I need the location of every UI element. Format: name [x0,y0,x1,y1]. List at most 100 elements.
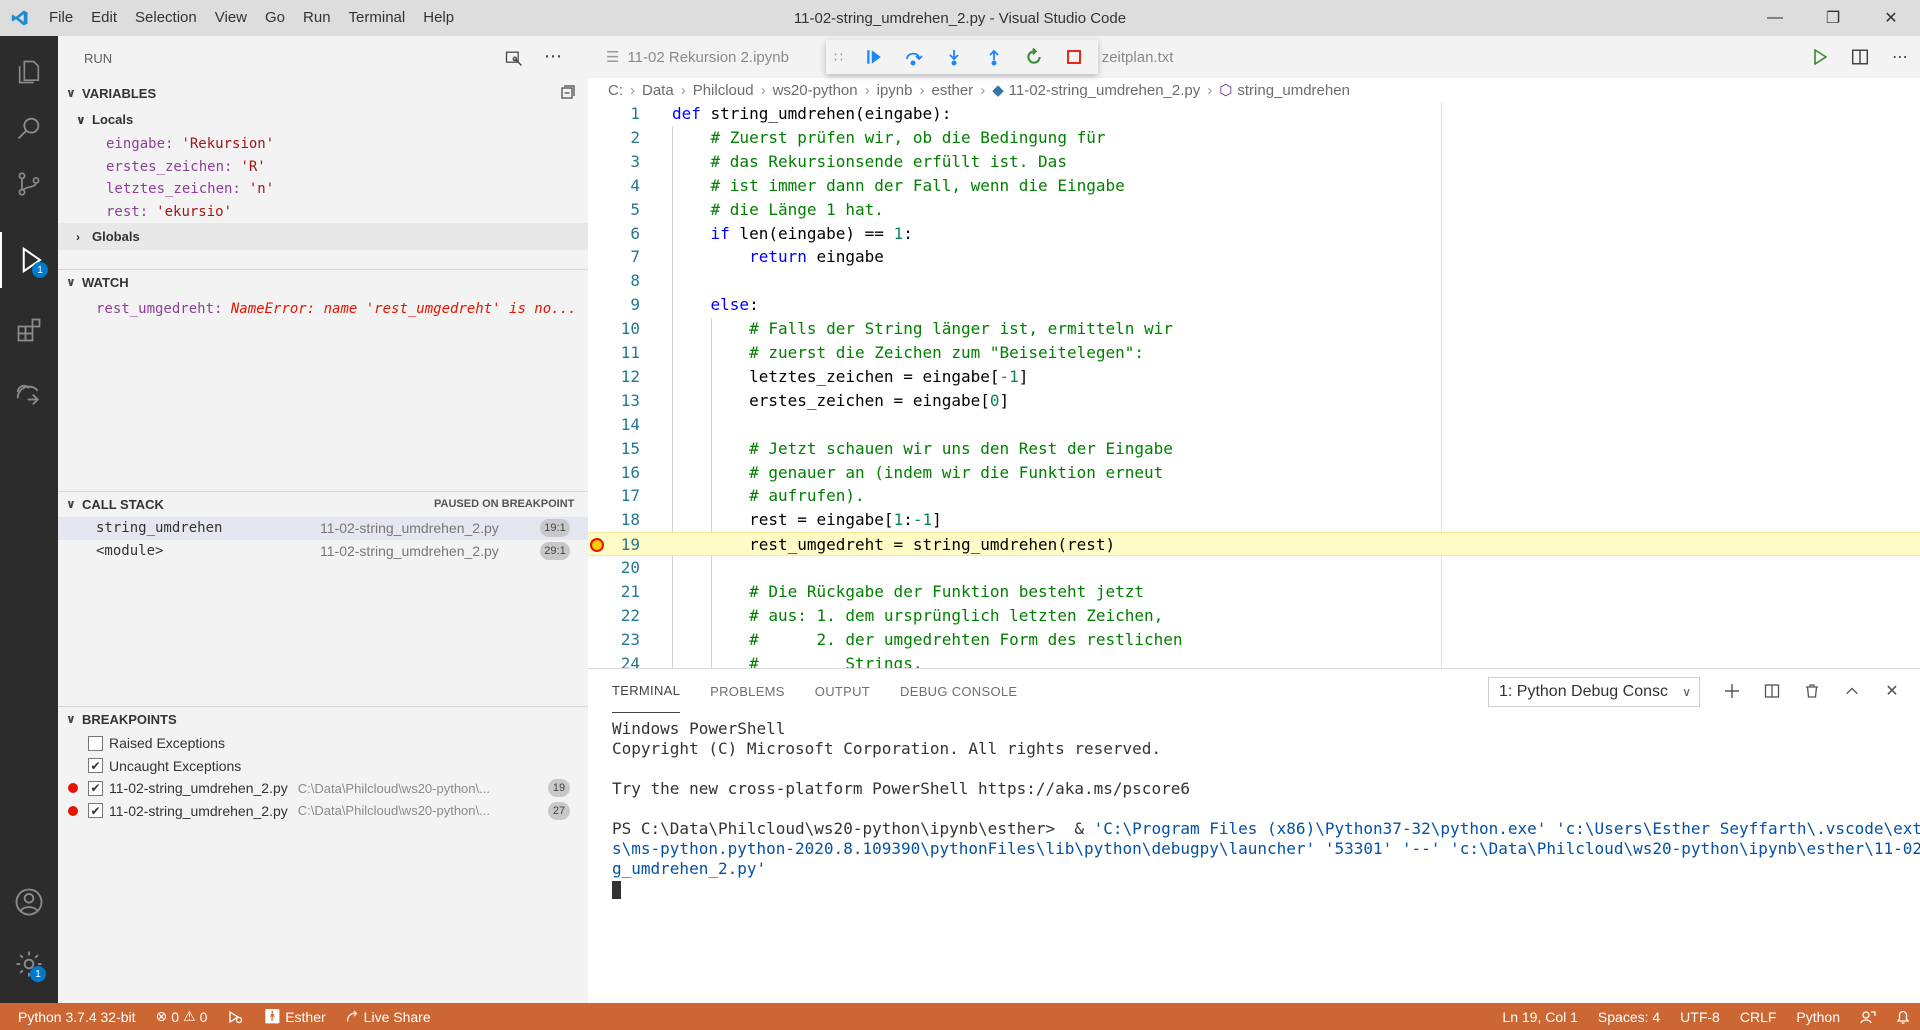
code-line[interactable]: 20 [588,556,1920,580]
breakpoint-checkbox[interactable]: ✔ [88,780,103,796]
code-line[interactable]: 15 # Jetzt schauen wir uns den Rest der … [588,437,1920,461]
maximize-panel-icon[interactable] [1832,684,1872,698]
line-ending[interactable]: CRLF [1730,1009,1787,1025]
run-file-icon[interactable] [1800,49,1840,65]
watch-item[interactable]: rest_umgedreht: NameError: name 'rest_um… [58,295,588,322]
globals-scope[interactable]: › Globals [58,223,588,250]
collapse-all-icon[interactable] [560,84,576,103]
menu-go[interactable]: Go [256,0,294,36]
code-line[interactable]: 11 # zuerst die Zeichen zum "Beiseiteleg… [588,341,1920,365]
code-line[interactable]: 22 # aus: 1. dem ursprünglich letzten Ze… [588,604,1920,628]
code-line[interactable]: 4 # ist immer dann der Fall, wenn die Ei… [588,174,1920,198]
step-over-button[interactable] [894,40,934,74]
breakpoint-item[interactable]: Raised Exceptions [58,732,588,755]
tab-debug-console[interactable]: DEBUG CONSOLE [900,669,1017,713]
settings-gear-icon[interactable]: 1 [0,936,58,992]
code-line[interactable]: 7 return eingabe [588,245,1920,269]
minimize-button[interactable]: — [1746,0,1804,36]
menu-edit[interactable]: Edit [82,0,126,36]
locals-scope[interactable]: ∨ Locals [58,106,588,133]
code-editor[interactable]: 1 def string_umdrehen(eingabe): 2 # Zuerst… [588,102,1920,668]
menu-run[interactable]: Run [294,0,340,36]
breakpoint-item[interactable]: ✔ 11-02-string_umdrehen_2.py C:\Data\Philc… [58,800,588,823]
call-stack-frame[interactable]: <module> 11-02-string_umdrehen_2.py 29:1 [58,540,588,563]
stop-button[interactable] [1054,40,1094,74]
breakpoint-checkbox[interactable]: ✔ [88,803,103,819]
menu-help[interactable]: Help [414,0,463,36]
breadcrumb-item[interactable]: Data [642,82,674,99]
debug-status-icon[interactable] [217,1010,253,1024]
breadcrumb-item[interactable]: Philcloud [693,82,754,99]
menu-file[interactable]: File [40,0,82,36]
code-line[interactable]: 9 else: [588,293,1920,317]
code-line[interactable]: 19 rest_umgedreht = string_umdrehen(rest… [588,532,1920,557]
code-line[interactable]: 1 def string_umdrehen(eingabe): [588,102,1920,126]
step-out-button[interactable] [974,40,1014,74]
breadcrumb-item[interactable]: C: [608,82,623,99]
breakpoint-item[interactable]: ✔ 11-02-string_umdrehen_2.py C:\Data\Philc… [58,777,588,800]
language-mode[interactable]: Python [1786,1009,1850,1025]
tab-output[interactable]: OUTPUT [815,669,870,713]
breakpoints-section-header[interactable]: ∨ BREAKPOINTS [58,706,588,732]
variable-row[interactable]: erstes_zeichen: 'R' [58,156,588,179]
code-line[interactable]: 13 erstes_zeichen = eingabe[0] [588,389,1920,413]
debug-icon[interactable]: 1 [0,232,58,288]
extensions-icon[interactable] [0,302,58,358]
code-line[interactable]: 8 [588,269,1920,293]
menu-view[interactable]: View [206,0,256,36]
split-editor-icon[interactable] [1840,48,1880,66]
search-icon[interactable] [0,100,58,156]
trash-icon[interactable] [1792,683,1832,699]
breakpoint-checkbox[interactable] [88,735,103,751]
terminal-select[interactable]: 1: Python Debug Consc ∨ [1488,677,1700,707]
code-line[interactable]: 16 # genauer an (indem wir die Funktion … [588,461,1920,485]
code-line[interactable]: 10 # Falls der String länger ist, ermitt… [588,317,1920,341]
code-line[interactable]: 18 rest = eingabe[1:-1] [588,508,1920,532]
tab-problems[interactable]: PROBLEMS [710,669,785,713]
more-actions-icon[interactable]: ⋯ [544,46,562,67]
code-line[interactable]: 24 # Strings, [588,652,1920,668]
breadcrumb-item[interactable]: string_umdrehen [1237,82,1350,99]
account-icon[interactable] [0,874,58,930]
close-window-button[interactable]: ✕ [1862,0,1920,36]
close-panel-icon[interactable]: ✕ [1872,681,1912,701]
indentation[interactable]: Spaces: 4 [1588,1009,1670,1025]
variable-row[interactable]: letztes_zeichen: 'n' [58,178,588,201]
tab-terminal[interactable]: TERMINAL [612,669,681,713]
restore-button[interactable]: ❐ [1804,0,1862,36]
encoding[interactable]: UTF-8 [1670,1009,1730,1025]
variable-row[interactable]: rest: 'ekursio' [58,201,588,224]
callstack-section-header[interactable]: ∨ CALL STACK PAUSED ON BREAKPOINT [58,491,588,517]
breadcrumb-item[interactable]: esther [931,82,973,99]
continue-button[interactable] [854,40,894,74]
code-line[interactable]: 2 # Zuerst prüfen wir, ob die Bedingung … [588,126,1920,150]
restart-button[interactable] [1014,40,1054,74]
notifications-bell-icon[interactable] [1886,1009,1920,1025]
code-line[interactable]: 14 [588,413,1920,437]
code-line[interactable]: 3 # das Rekursionsende erfüllt ist. Das [588,150,1920,174]
breadcrumb-item[interactable]: 11-02-string_umdrehen_2.py [1009,82,1201,99]
problems-status[interactable]: ⊗ 0 ⚠ 0 [146,1008,218,1025]
git-user[interactable]: 🚹︎ Esther [253,1008,335,1025]
editor-more-icon[interactable]: ⋯ [1880,47,1920,67]
remote-icon[interactable] [0,364,58,420]
terminal-output[interactable]: Windows PowerShell Copyright (C) Microsof… [612,719,1920,899]
cursor-position[interactable]: Ln 19, Col 1 [1492,1009,1588,1025]
menu-selection[interactable]: Selection [126,0,206,36]
drag-handle-icon[interactable]: ∷ [834,49,854,66]
breadcrumb-item[interactable]: ipynb [877,82,913,99]
source-control-icon[interactable] [0,156,58,212]
open-config-icon[interactable] [504,48,524,71]
tab-rekursion-notebook[interactable]: ☰ 11-02 Rekursion 2.ipynb [588,36,807,78]
call-stack-frame[interactable]: string_umdrehen 11-02-string_umdrehen_2.p… [58,517,588,540]
breakpoint-item[interactable]: ✔ Uncaught Exceptions [58,755,588,778]
feedback-icon[interactable] [1850,1009,1886,1025]
new-terminal-icon[interactable] [1712,683,1752,699]
code-line[interactable]: 6 if len(eingabe) == 1: [588,222,1920,246]
variable-row[interactable]: eingabe: 'Rekursion' [58,133,588,156]
explorer-icon[interactable] [0,44,58,100]
breadcrumb-item[interactable]: ws20-python [773,82,858,99]
split-terminal-icon[interactable] [1752,683,1792,699]
step-into-button[interactable] [934,40,974,74]
breakpoint-checkbox[interactable]: ✔ [88,758,103,774]
